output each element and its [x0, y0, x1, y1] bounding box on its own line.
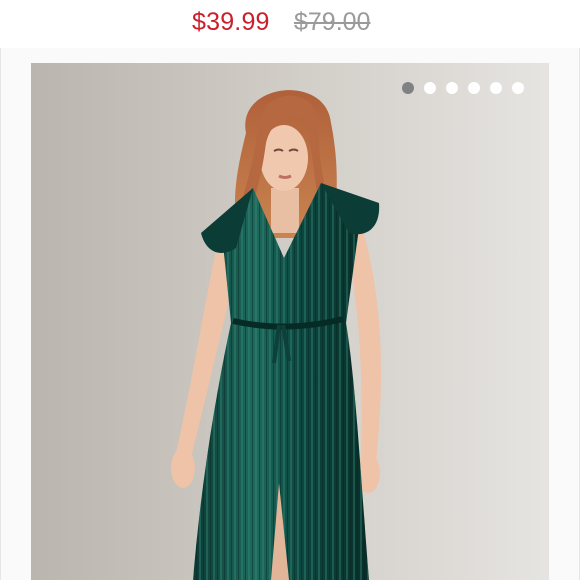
carousel-dot-2[interactable]	[424, 82, 436, 94]
sale-price: $39.99	[192, 8, 270, 36]
carousel-dot-3[interactable]	[446, 82, 458, 94]
product-photo[interactable]	[31, 63, 549, 580]
product-image-carousel[interactable]	[31, 63, 549, 580]
carousel-dot-4[interactable]	[468, 82, 480, 94]
price-header: $39.99 $79.00	[0, 0, 580, 48]
left-border	[0, 48, 1, 580]
carousel-dot-6[interactable]	[512, 82, 524, 94]
original-price: $79.00	[294, 8, 371, 36]
carousel-dot-1[interactable]	[402, 82, 414, 94]
carousel-pagination	[402, 82, 524, 94]
carousel-dot-5[interactable]	[490, 82, 502, 94]
